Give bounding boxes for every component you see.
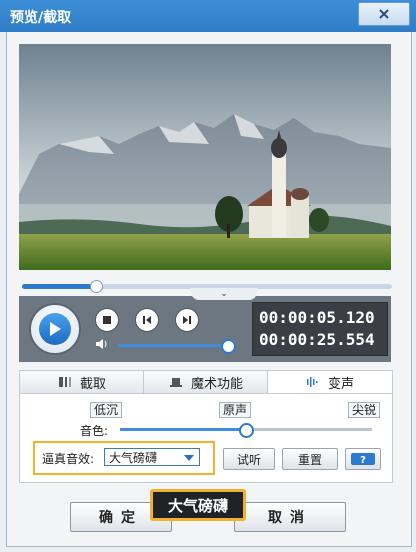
play-button[interactable] [29,303,81,355]
level-high-label: 尖锐 [348,402,381,418]
progress-fill [22,284,96,289]
cancel-button[interactable]: 取消 [234,502,346,532]
tone-slider-handle[interactable] [239,423,254,438]
previous-frame-button[interactable] [135,308,159,332]
close-icon [379,9,389,19]
stop-icon [103,316,111,324]
tab-trim-label: 截取 [79,376,106,392]
window-title: 预览/截取 [10,10,72,26]
level-mid-label: 原声 [219,402,252,418]
playback-controls: ⌄ 00:00:05.120 00:00:25.554 [19,288,391,362]
waveform-icon [306,377,318,387]
level-low-label: 低沉 [90,402,123,418]
preview-listen-button[interactable]: 试听 [223,448,275,470]
tab-magic[interactable]: 魔术功能 [143,370,269,394]
tab-voice-change-label: 变声 [327,376,354,392]
video-frame-image [19,44,391,270]
tone-slider[interactable] [120,423,372,438]
svg-text:?: ? [360,455,366,466]
progress-handle[interactable] [90,280,103,293]
help-button[interactable]: ? [345,448,381,470]
tone-label: 音色: [80,424,109,438]
function-tabs: 截取 魔术功能 变声 [19,370,393,394]
step-forward-icon [183,316,191,324]
video-preview [19,44,391,270]
volume-handle[interactable] [221,339,236,354]
effect-select-value: 大气磅礴 [109,451,158,465]
volume-slider[interactable] [118,344,228,347]
play-icon [50,322,61,336]
collapse-toggle[interactable]: ⌄ [191,288,257,300]
reset-button[interactable]: 重置 [282,448,338,470]
voice-change-panel: 低沉 原声 尖锐 音色: 逼真音效: 大气磅礴 试听 重置 ? [19,393,393,483]
effect-label: 逼真音效: [42,452,95,466]
effect-tooltip: 大气磅礴 [150,489,246,521]
help-icon: ? [351,453,375,466]
tone-slider-fill [120,428,246,431]
chevron-down-icon: ⌄ [220,288,228,299]
time-display: 00:00:05.120 00:00:25.554 [252,302,388,356]
current-time: 00:00:05.120 [259,308,375,327]
effect-highlight: 逼真音效: 大气磅礴 [33,441,215,475]
stop-button[interactable] [95,308,119,332]
tab-trim[interactable]: 截取 [19,370,145,394]
volume-icon[interactable] [95,338,109,350]
close-button[interactable] [358,2,410,26]
next-frame-button[interactable] [175,308,199,332]
magic-hat-icon [169,378,182,387]
preview-dialog: 预览/截取 ⌄ 00:00:05.120 00:00:25.554 截取 魔术功… [0,0,416,552]
title-bar[interactable]: 预览/截取 [0,0,416,32]
tab-magic-label: 魔术功能 [190,376,243,392]
tab-voice-change[interactable]: 变声 [267,370,393,394]
total-time: 00:00:25.554 [259,330,375,349]
trim-icon [58,377,71,387]
effect-select[interactable]: 大气磅礴 [104,448,200,466]
dropdown-arrow-icon [184,455,194,461]
step-back-icon [143,316,151,324]
